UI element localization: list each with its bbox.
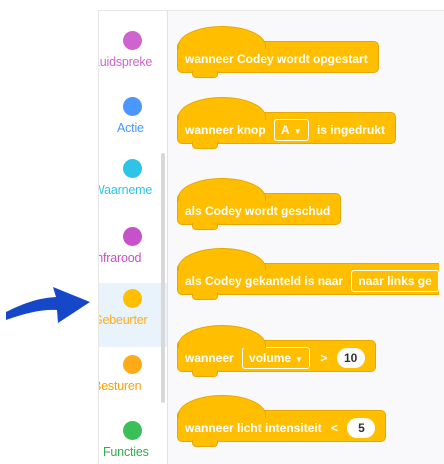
operator: >	[320, 350, 328, 365]
category-events[interactable]: Gebeurter	[99, 283, 167, 347]
category-sensing[interactable]: Waarneme	[99, 153, 167, 217]
category-label: Luidspreke	[99, 55, 153, 69]
block-when-volume-greater[interactable]: wanneer volume ▼ > 10	[177, 325, 376, 377]
dropdown-value: A	[281, 122, 290, 137]
block-when-button-pressed[interactable]: wanneer knop A ▼ is ingedrukt	[177, 97, 396, 149]
functions-dot-icon	[123, 421, 142, 440]
block-notch	[192, 71, 218, 78]
block-notch	[192, 440, 218, 447]
dropdown-value: volume	[249, 350, 292, 365]
dropdown-arrow-icon: ▼	[293, 126, 302, 136]
category-action[interactable]: Actie	[99, 91, 167, 155]
action-dot-icon	[123, 97, 142, 116]
category-label: Infrarood	[99, 251, 142, 265]
tilt-direction-dropdown[interactable]: naar links ge	[351, 269, 439, 292]
events-dot-icon	[123, 289, 142, 308]
block-palette-panel: Luidspreke Actie Waarneme Infrarood Gebe…	[98, 10, 444, 464]
threshold-input[interactable]: 5	[347, 417, 376, 438]
block-when-codey-tilted[interactable]: als Codey gekanteld is naar naar links g…	[177, 248, 439, 300]
speaker-dot-icon	[123, 31, 142, 50]
block-workspace: wanneer Codey wordt opgestart wanneer kn…	[168, 11, 444, 464]
threshold-input[interactable]: 10	[336, 347, 365, 368]
button-dropdown[interactable]: A ▼	[274, 118, 309, 141]
category-sidebar: Luidspreke Actie Waarneme Infrarood Gebe…	[99, 11, 168, 464]
block-when-codey-shaken[interactable]: als Codey wordt geschud	[177, 178, 342, 230]
pointer-arrow-icon	[6, 287, 90, 323]
block-text: is ingedrukt	[316, 122, 385, 137]
block-when-codey-starts[interactable]: wanneer Codey wordt opgestart	[177, 26, 379, 78]
category-speaker[interactable]: Luidspreke	[99, 25, 167, 89]
dropdown-arrow-icon: ▼	[295, 354, 303, 364]
sensing-dot-icon	[123, 159, 142, 178]
category-label: Gebeurter	[99, 313, 148, 327]
category-label: Besturen	[99, 379, 142, 393]
block-notch	[192, 370, 218, 377]
category-functions[interactable]: Functies	[99, 415, 167, 464]
operator: <	[331, 420, 339, 435]
control-dot-icon	[123, 355, 142, 374]
infrared-dot-icon	[123, 227, 142, 246]
dropdown-value: naar links ge	[358, 273, 432, 288]
block-notch	[192, 223, 218, 230]
category-label: Functies	[103, 445, 149, 459]
category-infrared[interactable]: Infrarood	[99, 221, 167, 285]
block-notch	[192, 293, 218, 300]
category-control[interactable]: Besturen	[99, 349, 167, 413]
category-label: Waarneme	[99, 183, 153, 197]
block-notch	[192, 142, 218, 149]
block-when-light-less[interactable]: wanneer licht intensiteit < 5	[177, 395, 387, 447]
category-label: Actie	[117, 121, 144, 135]
sidebar-scrollbar[interactable]	[161, 153, 165, 403]
sensor-dropdown[interactable]: volume ▼	[242, 346, 310, 369]
